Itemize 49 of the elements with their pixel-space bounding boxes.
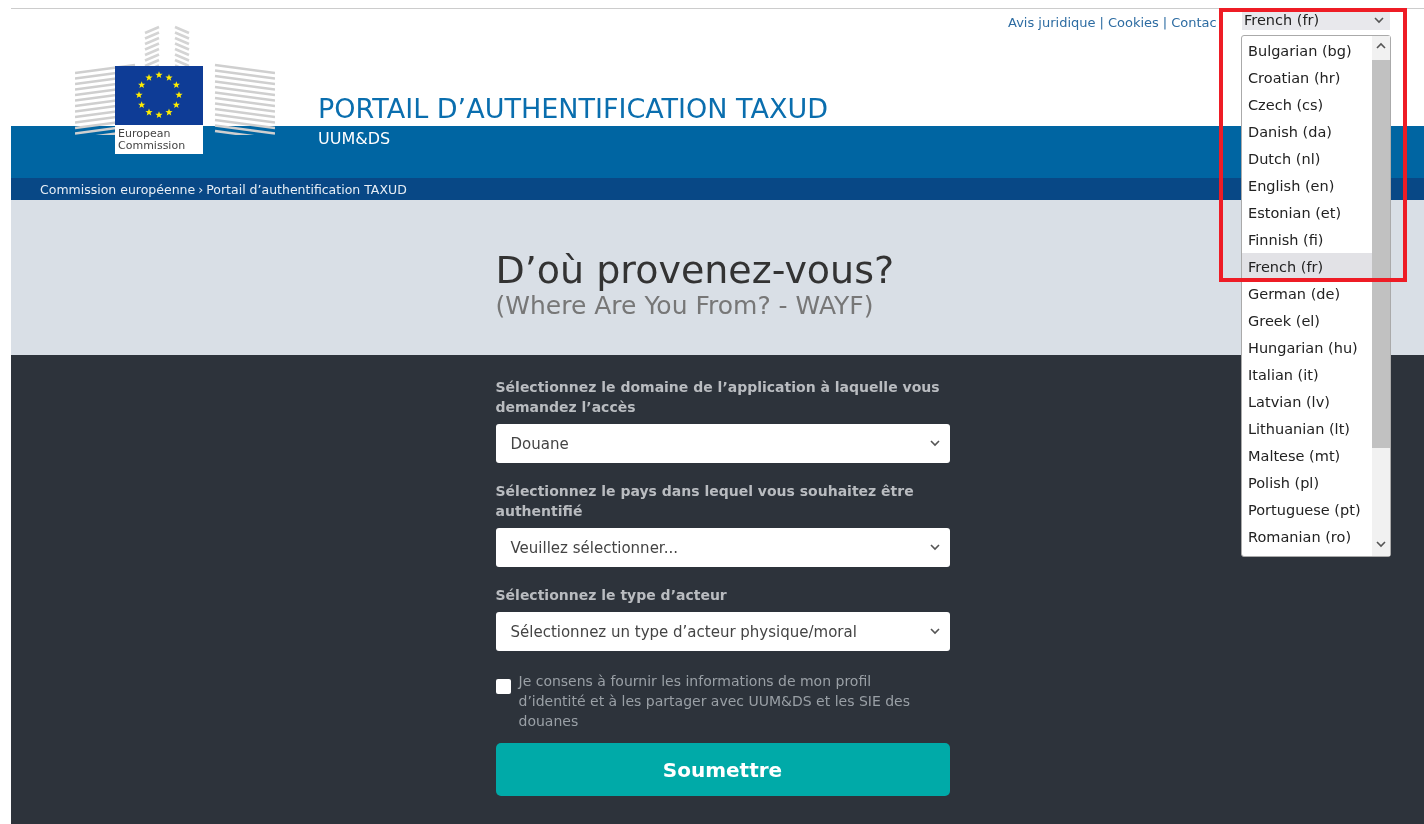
language-option[interactable]: Romanian (ro)	[1242, 523, 1372, 550]
language-option[interactable]: Hungarian (hu)	[1242, 334, 1372, 361]
language-option[interactable]: Maltese (mt)	[1242, 442, 1372, 469]
language-option[interactable]: Danish (da)	[1242, 118, 1372, 145]
language-option[interactable]: Lithuanian (lt)	[1242, 415, 1372, 442]
scroll-up-icon[interactable]	[1376, 42, 1386, 49]
breadcrumb-link[interactable]: Commission européenne	[40, 181, 196, 197]
chevron-icon	[929, 440, 940, 447]
select-field[interactable]: Veuillez sélectionner...	[495, 528, 950, 567]
page-heading: D’où provenez-vous?	[495, 248, 896, 292]
chevron-icon	[929, 628, 940, 635]
field-label: Sélectionnez le type d’acteur	[495, 586, 728, 605]
language-option[interactable]: Finnish (fi)	[1242, 226, 1372, 253]
field-label: Sélectionnez le domaine de l’application à laquelle vous demandez l’accès	[495, 378, 941, 417]
language-option[interactable]: German (de)	[1242, 280, 1372, 307]
consent-text: Je consens à fournir les informations de mon profil d’identité et à les partager avec UUM&DS et les SIE des douanes	[518, 672, 911, 731]
portal-subtitle: UUM&DS	[318, 128, 391, 148]
breadcrumb-current: Portail d’authentification TAXUD	[206, 181, 407, 197]
language-option[interactable]: English (en)	[1242, 172, 1372, 199]
page-subheading: (Where Are You From? - WAYF)	[495, 292, 875, 320]
field-label: Sélectionnez le pays dans lequel vous souhaitez être authentifié	[495, 482, 915, 521]
link-separator: |	[1162, 15, 1168, 30]
language-option[interactable]: Italian (it)	[1242, 361, 1372, 388]
language-option[interactable]: Dutch (nl)	[1242, 145, 1372, 172]
eu-flag-icon	[115, 66, 203, 125]
chevron-icon	[1374, 16, 1384, 24]
language-option[interactable]: Czech (cs)	[1242, 91, 1372, 118]
link-separator: |	[1099, 15, 1104, 30]
footer-link[interactable]: Avis juridique	[1008, 15, 1096, 30]
logo-caption: European Commission	[117, 126, 187, 154]
select-field[interactable]: Sélectionnez un type d’acteur physique/moral	[495, 612, 950, 651]
scrollbar[interactable]	[1372, 36, 1390, 556]
scroll-down-icon[interactable]	[1376, 541, 1386, 548]
language-option[interactable]: Estonian (et)	[1242, 199, 1372, 226]
select-field[interactable]: Douane	[495, 424, 950, 463]
language-option[interactable]: Greek (el)	[1242, 307, 1372, 334]
chevron-icon	[929, 544, 940, 551]
language-option[interactable]: Croatian (hr)	[1242, 64, 1372, 91]
footer-link[interactable]: Contac	[1171, 15, 1217, 30]
consent-checkbox[interactable]	[495, 679, 511, 694]
language-option[interactable]: Portuguese (pt)	[1242, 496, 1372, 523]
language-option[interactable]: French (fr)	[1242, 253, 1372, 280]
footer-link[interactable]: Cookies	[1107, 15, 1159, 30]
language-select[interactable]: French (fr)	[1242, 10, 1390, 30]
language-option[interactable]: Bulgarian (bg)	[1242, 37, 1372, 64]
breadcrumb-separator: ›	[198, 181, 204, 197]
language-option[interactable]: Polish (pl)	[1242, 469, 1372, 496]
portal-title: PORTAIL D’AUTHENTIFICATION TAXUD	[318, 93, 829, 124]
language-option[interactable]: Latvian (lv)	[1242, 388, 1372, 415]
